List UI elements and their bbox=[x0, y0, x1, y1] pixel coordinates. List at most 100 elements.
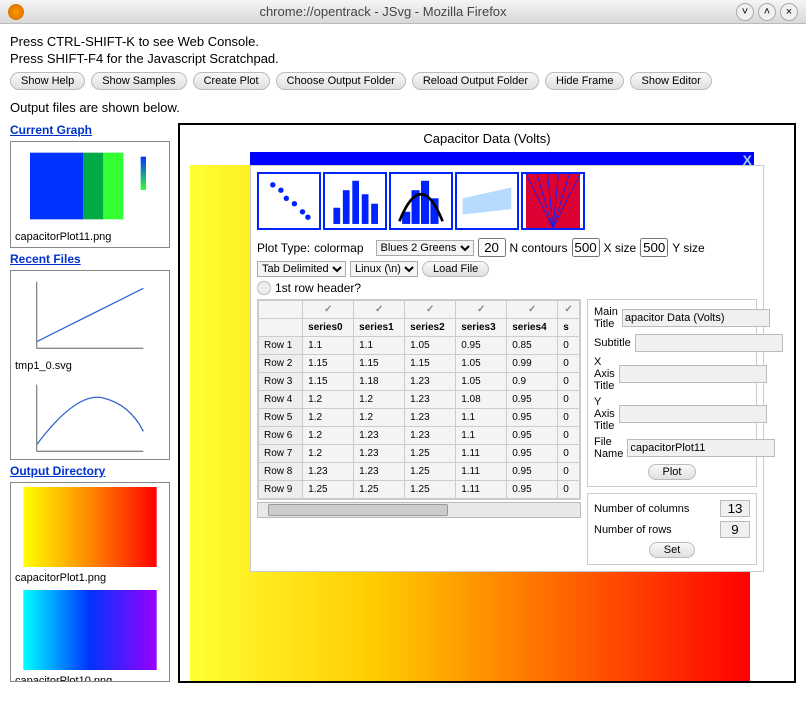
row-header[interactable]: Row 3 bbox=[259, 373, 303, 391]
col-header[interactable]: series4 bbox=[507, 319, 558, 337]
chart-type-bar[interactable] bbox=[323, 172, 387, 230]
ysize-input[interactable] bbox=[640, 238, 668, 257]
main-title-input[interactable] bbox=[622, 309, 770, 327]
data-cell[interactable]: 0 bbox=[558, 427, 580, 445]
row-header[interactable]: Row 7 bbox=[259, 445, 303, 463]
data-cell[interactable]: 1.1 bbox=[303, 337, 354, 355]
data-cell[interactable]: 1.1 bbox=[354, 337, 405, 355]
xsize-input[interactable] bbox=[572, 238, 600, 257]
row-header[interactable]: Row 9 bbox=[259, 481, 303, 499]
data-cell[interactable]: 1.25 bbox=[405, 445, 456, 463]
data-cell[interactable]: 1.15 bbox=[405, 355, 456, 373]
filename-input[interactable] bbox=[627, 439, 775, 457]
data-cell[interactable]: 0.95 bbox=[507, 445, 558, 463]
data-cell[interactable]: 1.25 bbox=[405, 463, 456, 481]
data-cell[interactable]: 1.23 bbox=[354, 427, 405, 445]
data-cell[interactable]: 0.85 bbox=[507, 337, 558, 355]
chart-type-scatter[interactable] bbox=[257, 172, 321, 230]
data-cell[interactable]: 1.18 bbox=[354, 373, 405, 391]
rows-input[interactable] bbox=[720, 521, 750, 538]
row-header[interactable]: Row 1 bbox=[259, 337, 303, 355]
data-cell[interactable]: 0 bbox=[558, 409, 580, 427]
data-cell[interactable]: 1.11 bbox=[456, 445, 507, 463]
data-cell[interactable]: 1.2 bbox=[303, 427, 354, 445]
ncontours-input[interactable] bbox=[478, 238, 506, 257]
row-header[interactable]: Row 2 bbox=[259, 355, 303, 373]
minimize-button[interactable]: ˅ bbox=[736, 3, 754, 21]
data-cell[interactable]: 0.95 bbox=[507, 391, 558, 409]
row-header[interactable]: Row 8 bbox=[259, 463, 303, 481]
data-cell[interactable]: 0 bbox=[558, 355, 580, 373]
data-cell[interactable]: 0 bbox=[558, 391, 580, 409]
data-cell[interactable]: 1.05 bbox=[405, 337, 456, 355]
data-cell[interactable]: 0.95 bbox=[507, 409, 558, 427]
data-cell[interactable]: 1.08 bbox=[456, 391, 507, 409]
toolbar-create-plot[interactable]: Create Plot bbox=[193, 72, 270, 90]
col-header[interactable]: s bbox=[558, 319, 580, 337]
col-header[interactable]: series2 bbox=[405, 319, 456, 337]
delimiter-select[interactable]: Tab Delimited bbox=[257, 261, 346, 277]
data-cell[interactable]: 1.2 bbox=[354, 391, 405, 409]
data-cell[interactable]: 1.23 bbox=[354, 463, 405, 481]
data-cell[interactable]: 1.2 bbox=[303, 409, 354, 427]
data-cell[interactable]: 0 bbox=[558, 481, 580, 499]
data-cell[interactable]: 1.15 bbox=[354, 355, 405, 373]
data-cell[interactable]: 1.15 bbox=[303, 373, 354, 391]
chart-type-histogram[interactable] bbox=[389, 172, 453, 230]
xaxis-input[interactable] bbox=[619, 365, 767, 383]
data-cell[interactable]: 0 bbox=[558, 337, 580, 355]
data-cell[interactable]: 1.2 bbox=[303, 445, 354, 463]
data-cell[interactable]: 1.2 bbox=[354, 409, 405, 427]
data-cell[interactable]: 1.23 bbox=[405, 373, 456, 391]
data-cell[interactable]: 1.11 bbox=[456, 481, 507, 499]
chart-type-area[interactable] bbox=[455, 172, 519, 230]
data-cell[interactable]: 0.95 bbox=[507, 427, 558, 445]
maximize-button[interactable]: ˄ bbox=[758, 3, 776, 21]
data-table-wrap[interactable]: ✓✓✓✓✓✓series0series1series2series3series… bbox=[257, 299, 581, 500]
data-cell[interactable]: 1.25 bbox=[354, 481, 405, 499]
data-cell[interactable]: 1.23 bbox=[303, 463, 354, 481]
data-cell[interactable]: 1.23 bbox=[354, 445, 405, 463]
cols-input[interactable] bbox=[720, 500, 750, 517]
data-cell[interactable]: 1.15 bbox=[303, 355, 354, 373]
toolbar-choose-output-folder[interactable]: Choose Output Folder bbox=[276, 72, 406, 90]
data-cell[interactable]: 1.1 bbox=[456, 427, 507, 445]
data-cell[interactable]: 1.25 bbox=[303, 481, 354, 499]
load-file-button[interactable]: Load File bbox=[422, 261, 489, 277]
data-cell[interactable]: 1.23 bbox=[405, 427, 456, 445]
data-cell[interactable]: 1.23 bbox=[405, 409, 456, 427]
data-cell[interactable]: 1.1 bbox=[456, 409, 507, 427]
toolbar-show-help[interactable]: Show Help bbox=[10, 72, 85, 90]
data-cell[interactable]: 1.11 bbox=[456, 463, 507, 481]
row-header[interactable]: Row 6 bbox=[259, 427, 303, 445]
data-cell[interactable]: 0.95 bbox=[507, 481, 558, 499]
plot-button[interactable]: Plot bbox=[648, 464, 697, 480]
table-scrollbar[interactable] bbox=[257, 502, 581, 518]
set-button[interactable]: Set bbox=[649, 542, 696, 558]
data-cell[interactable]: 0 bbox=[558, 445, 580, 463]
data-cell[interactable]: 1.2 bbox=[303, 391, 354, 409]
data-cell[interactable]: 1.25 bbox=[405, 481, 456, 499]
data-cell[interactable]: 0.95 bbox=[456, 337, 507, 355]
col-header[interactable]: series0 bbox=[303, 319, 354, 337]
data-cell[interactable]: 0 bbox=[558, 463, 580, 481]
data-cell[interactable]: 0.99 bbox=[507, 355, 558, 373]
current-graph-box[interactable]: capacitorPlot11.png bbox=[10, 141, 170, 248]
first-row-checkbox[interactable] bbox=[257, 281, 271, 295]
toolbar-show-samples[interactable]: Show Samples bbox=[91, 72, 186, 90]
col-header[interactable]: series1 bbox=[354, 319, 405, 337]
data-cell[interactable]: 1.05 bbox=[456, 355, 507, 373]
data-cell[interactable]: 0.95 bbox=[507, 463, 558, 481]
output-dir-box[interactable]: capacitorPlot1.png capacitorPlot10.png bbox=[10, 482, 170, 682]
col-header[interactable]: series3 bbox=[456, 319, 507, 337]
toolbar-show-editor[interactable]: Show Editor bbox=[630, 72, 711, 90]
lineending-select[interactable]: Linux (\n) bbox=[350, 261, 418, 277]
data-cell[interactable]: 1.05 bbox=[456, 373, 507, 391]
chart-type-colormap[interactable] bbox=[521, 172, 585, 230]
yaxis-input[interactable] bbox=[619, 405, 767, 423]
close-button[interactable]: × bbox=[780, 3, 798, 21]
data-cell[interactable]: 0.9 bbox=[507, 373, 558, 391]
colormap-select[interactable]: Blues 2 Greens bbox=[376, 240, 474, 256]
subtitle-input[interactable] bbox=[635, 334, 783, 352]
toolbar-hide-frame[interactable]: Hide Frame bbox=[545, 72, 624, 90]
